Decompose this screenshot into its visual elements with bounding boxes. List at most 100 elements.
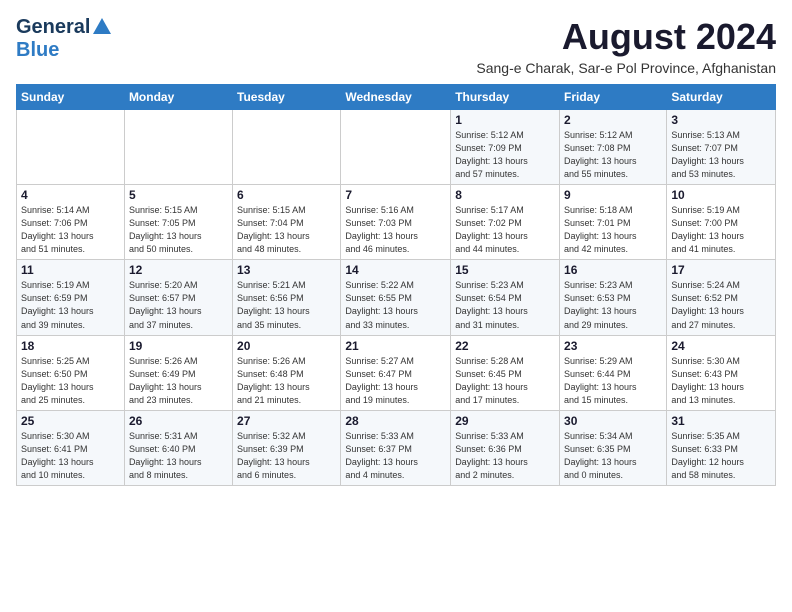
day-number: 14 [345,263,446,277]
day-info: Sunrise: 5:12 AM Sunset: 7:09 PM Dayligh… [455,129,555,181]
calendar-cell: 18 Sunrise: 5:25 AM Sunset: 6:50 PM Dayli… [17,335,125,410]
calendar-week-3: 11Sunrise: 5:19 AM Sunset: 6:59 PM Dayli… [17,260,776,335]
day-info: Sunrise: 5:28 AM Sunset: 6:45 PM Dayligh… [455,355,555,407]
calendar-cell: 12 Sunrise: 5:20 AM Sunset: 6:57 PM Dayli… [124,260,232,335]
day-number: 12 [129,263,228,277]
month-title: August 2024 [476,16,776,58]
day-number: 4 [21,188,120,202]
day-number: 21 [345,339,446,353]
calendar-cell: 20 Sunrise: 5:26 AM Sunset: 6:48 PM Dayli… [233,335,341,410]
day-info: Sunrise: 5:12 AM Sunset: 7:08 PM Dayligh… [564,129,662,181]
day-number: 23 [564,339,662,353]
day-number: 5 [129,188,228,202]
calendar-cell: 9 Sunrise: 5:18 AM Sunset: 7:01 PM Daylig… [560,185,667,260]
day-number: 7 [345,188,446,202]
day-info: Sunrise: 5:30 AM Sunset: 6:43 PM Dayligh… [671,355,771,407]
calendar-cell: 7 Sunrise: 5:16 AM Sunset: 7:03 PM Daylig… [341,185,451,260]
calendar-cell: 19 Sunrise: 5:26 AM Sunset: 6:49 PM Dayli… [124,335,232,410]
day-number: 3 [671,113,771,127]
day-number: 13 [237,263,336,277]
calendar-cell: 10 Sunrise: 5:19 AM Sunset: 7:00 PM Dayli… [667,185,776,260]
calendar-cell: 27 Sunrise: 5:32 AM Sunset: 6:39 PM Dayli… [233,410,341,485]
calendar-cell: 6 Sunrise: 5:15 AM Sunset: 7:04 PM Daylig… [233,185,341,260]
day-number: 28 [345,414,446,428]
day-info: Sunrise: 5:30 AM Sunset: 6:41 PM Dayligh… [21,430,120,482]
calendar-cell: 17 Sunrise: 5:24 AM Sunset: 6:52 PM Dayli… [667,260,776,335]
calendar-week-2: 4Sunrise: 5:14 AM Sunset: 7:06 PM Daylig… [17,185,776,260]
weekday-header-monday: Monday [124,85,232,110]
day-info: Sunrise: 5:35 AM Sunset: 6:33 PM Dayligh… [671,430,771,482]
day-info: Sunrise: 5:15 AM Sunset: 7:05 PM Dayligh… [129,204,228,256]
calendar-week-1: 1Sunrise: 5:12 AM Sunset: 7:09 PM Daylig… [17,110,776,185]
calendar-cell: 24Sunrise: 5:30 AM Sunset: 6:43 PM Dayli… [667,335,776,410]
calendar-cell: 25 Sunrise: 5:30 AM Sunset: 6:41 PM Dayli… [17,410,125,485]
calendar-cell: 4Sunrise: 5:14 AM Sunset: 7:06 PM Daylig… [17,185,125,260]
day-number: 29 [455,414,555,428]
calendar-cell [233,110,341,185]
calendar-cell: 22 Sunrise: 5:28 AM Sunset: 6:45 PM Dayli… [451,335,560,410]
day-number: 22 [455,339,555,353]
calendar-week-4: 18 Sunrise: 5:25 AM Sunset: 6:50 PM Dayli… [17,335,776,410]
day-info: Sunrise: 5:26 AM Sunset: 6:48 PM Dayligh… [237,355,336,407]
calendar-cell: 29 Sunrise: 5:33 AM Sunset: 6:36 PM Dayli… [451,410,560,485]
weekday-header-saturday: Saturday [667,85,776,110]
day-number: 6 [237,188,336,202]
calendar-cell: 1Sunrise: 5:12 AM Sunset: 7:09 PM Daylig… [451,110,560,185]
day-info: Sunrise: 5:17 AM Sunset: 7:02 PM Dayligh… [455,204,555,256]
day-number: 25 [21,414,120,428]
logo: General Blue [16,16,111,62]
day-info: Sunrise: 5:18 AM Sunset: 7:01 PM Dayligh… [564,204,662,256]
day-number: 27 [237,414,336,428]
day-info: Sunrise: 5:29 AM Sunset: 6:44 PM Dayligh… [564,355,662,407]
day-number: 18 [21,339,120,353]
day-info: Sunrise: 5:32 AM Sunset: 6:39 PM Dayligh… [237,430,336,482]
day-info: Sunrise: 5:19 AM Sunset: 6:59 PM Dayligh… [21,279,120,331]
weekday-header-tuesday: Tuesday [233,85,341,110]
day-info: Sunrise: 5:25 AM Sunset: 6:50 PM Dayligh… [21,355,120,407]
day-info: Sunrise: 5:23 AM Sunset: 6:53 PM Dayligh… [564,279,662,331]
title-area: August 2024 Sang-e Charak, Sar-e Pol Pro… [476,16,776,76]
day-info: Sunrise: 5:13 AM Sunset: 7:07 PM Dayligh… [671,129,771,181]
page-header: General Blue August 2024 Sang-e Charak, … [16,16,776,76]
day-info: Sunrise: 5:24 AM Sunset: 6:52 PM Dayligh… [671,279,771,331]
day-number: 19 [129,339,228,353]
calendar-cell [124,110,232,185]
weekday-header-friday: Friday [560,85,667,110]
day-info: Sunrise: 5:26 AM Sunset: 6:49 PM Dayligh… [129,355,228,407]
calendar-cell: 28 Sunrise: 5:33 AM Sunset: 6:37 PM Dayli… [341,410,451,485]
day-number: 15 [455,263,555,277]
calendar-cell: 15Sunrise: 5:23 AM Sunset: 6:54 PM Dayli… [451,260,560,335]
day-number: 8 [455,188,555,202]
day-info: Sunrise: 5:31 AM Sunset: 6:40 PM Dayligh… [129,430,228,482]
day-info: Sunrise: 5:33 AM Sunset: 6:37 PM Dayligh… [345,430,446,482]
calendar-cell: 30Sunrise: 5:34 AM Sunset: 6:35 PM Dayli… [560,410,667,485]
calendar-cell: 21 Sunrise: 5:27 AM Sunset: 6:47 PM Dayli… [341,335,451,410]
day-info: Sunrise: 5:20 AM Sunset: 6:57 PM Dayligh… [129,279,228,331]
calendar-cell: 14Sunrise: 5:22 AM Sunset: 6:55 PM Dayli… [341,260,451,335]
day-number: 26 [129,414,228,428]
weekday-header-sunday: Sunday [17,85,125,110]
day-number: 16 [564,263,662,277]
calendar-cell: 13 Sunrise: 5:21 AM Sunset: 6:56 PM Dayli… [233,260,341,335]
weekday-header-wednesday: Wednesday [341,85,451,110]
logo-triangle-icon [93,18,111,39]
day-info: Sunrise: 5:19 AM Sunset: 7:00 PM Dayligh… [671,204,771,256]
calendar-cell: 31Sunrise: 5:35 AM Sunset: 6:33 PM Dayli… [667,410,776,485]
day-info: Sunrise: 5:34 AM Sunset: 6:35 PM Dayligh… [564,430,662,482]
day-info: Sunrise: 5:21 AM Sunset: 6:56 PM Dayligh… [237,279,336,331]
weekday-header-row: SundayMondayTuesdayWednesdayThursdayFrid… [17,85,776,110]
day-number: 20 [237,339,336,353]
calendar-cell: 3 Sunrise: 5:13 AM Sunset: 7:07 PM Daylig… [667,110,776,185]
day-number: 10 [671,188,771,202]
calendar-cell [341,110,451,185]
logo-blue: Blue [16,39,59,61]
day-info: Sunrise: 5:27 AM Sunset: 6:47 PM Dayligh… [345,355,446,407]
day-number: 17 [671,263,771,277]
day-info: Sunrise: 5:33 AM Sunset: 6:36 PM Dayligh… [455,430,555,482]
day-info: Sunrise: 5:15 AM Sunset: 7:04 PM Dayligh… [237,204,336,256]
calendar-cell: 23 Sunrise: 5:29 AM Sunset: 6:44 PM Dayli… [560,335,667,410]
day-number: 9 [564,188,662,202]
day-number: 2 [564,113,662,127]
calendar-cell: 2 Sunrise: 5:12 AM Sunset: 7:08 PM Daylig… [560,110,667,185]
day-info: Sunrise: 5:16 AM Sunset: 7:03 PM Dayligh… [345,204,446,256]
